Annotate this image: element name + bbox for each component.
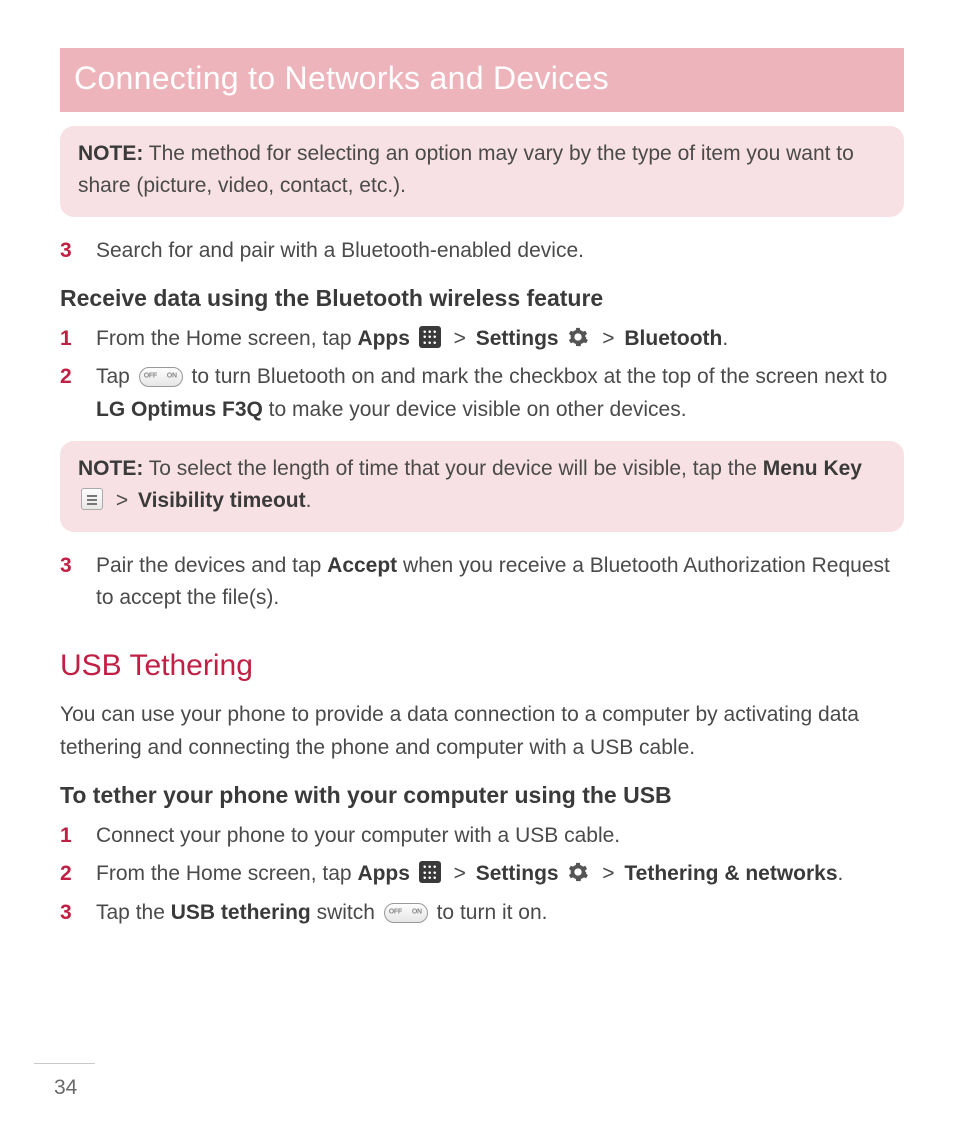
text-frag: Tap <box>96 365 136 388</box>
text-frag: Tap the <box>96 901 171 924</box>
text-frag: to turn Bluetooth on and mark the checkb… <box>186 365 888 388</box>
separator: > <box>112 489 132 512</box>
text-frag: to make your device visible on other dev… <box>263 398 687 421</box>
step-list-bt: 1 From the Home screen, tap Apps > Setti… <box>60 323 904 427</box>
page-number: 34 <box>34 1063 95 1105</box>
settings-label: Settings <box>476 862 559 885</box>
step-list-bt-cont: 3 Pair the devices and tap Accept when y… <box>60 550 904 615</box>
separator: > <box>450 327 470 350</box>
step-number: 3 <box>60 235 72 268</box>
toggle-icon <box>139 367 183 387</box>
note-lead: NOTE: <box>78 457 143 480</box>
step-list-usb: 1 Connect your phone to your computer wi… <box>60 820 904 930</box>
bluetooth-label: Bluetooth <box>624 327 722 350</box>
step-number: 1 <box>60 323 72 356</box>
list-item: 1 Connect your phone to your computer wi… <box>60 820 904 853</box>
list-item: 3 Pair the devices and tap Accept when y… <box>60 550 904 615</box>
device-name: LG Optimus F3Q <box>96 398 263 421</box>
text-frag: From the Home screen, tap <box>96 327 357 350</box>
text-frag: switch <box>311 901 381 924</box>
list-item: 2 Tap to turn Bluetooth on and mark the … <box>60 361 904 426</box>
step-text: Tap to turn Bluetooth on and mark the ch… <box>96 365 887 421</box>
text-frag: From the Home screen, tap <box>96 862 357 885</box>
step-text: From the Home screen, tap Apps > Setting… <box>96 327 728 350</box>
text-frag: Pair the devices and tap <box>96 554 327 577</box>
step-list-prior: 3 Search for and pair with a Bluetooth-e… <box>60 235 904 268</box>
step-text: Tap the USB tethering switch to turn it … <box>96 901 548 924</box>
usb-intro-text: You can use your phone to provide a data… <box>60 699 904 764</box>
separator: > <box>598 327 618 350</box>
apps-label: Apps <box>357 862 410 885</box>
apps-icon <box>419 326 441 348</box>
usb-tethering-label: USB tethering <box>171 901 311 924</box>
step-text: Search for and pair with a Bluetooth-ena… <box>96 239 584 262</box>
note-box-2: NOTE: To select the length of time that … <box>60 441 904 532</box>
gear-icon <box>567 326 589 348</box>
note-lead: NOTE: <box>78 142 143 165</box>
list-item: 3 Tap the USB tethering switch to turn i… <box>60 897 904 930</box>
gear-icon <box>567 861 589 883</box>
text-frag: to turn it on. <box>431 901 548 924</box>
toggle-icon <box>384 903 428 923</box>
menu-key-label: Menu Key <box>763 457 862 480</box>
list-item: 1 From the Home screen, tap Apps > Setti… <box>60 323 904 356</box>
list-item: 2 From the Home screen, tap Apps > Setti… <box>60 858 904 891</box>
settings-label: Settings <box>476 327 559 350</box>
step-number: 3 <box>60 550 72 583</box>
note-text: The method for selecting an option may v… <box>78 142 854 198</box>
step-text: Connect your phone to your computer with… <box>96 824 620 847</box>
step-number: 2 <box>60 361 72 394</box>
tethering-networks-label: Tethering & networks <box>624 862 837 885</box>
subheading-tether-usb: To tether your phone with your computer … <box>60 778 904 814</box>
separator: > <box>598 862 618 885</box>
apps-icon <box>419 861 441 883</box>
step-text: Pair the devices and tap Accept when you… <box>96 554 890 610</box>
page-banner: Connecting to Networks and Devices <box>60 48 904 112</box>
visibility-timeout-label: Visibility timeout <box>138 489 306 512</box>
step-text: From the Home screen, tap Apps > Setting… <box>96 862 843 885</box>
step-number: 3 <box>60 897 72 930</box>
list-item: 3 Search for and pair with a Bluetooth-e… <box>60 235 904 268</box>
apps-label: Apps <box>357 327 410 350</box>
text-frag: To select the length of time that your d… <box>143 457 762 480</box>
separator: > <box>450 862 470 885</box>
menu-icon <box>81 488 103 510</box>
accept-label: Accept <box>327 554 397 577</box>
note-box-1: NOTE: The method for selecting an option… <box>60 126 904 217</box>
subheading-receive-bt: Receive data using the Bluetooth wireles… <box>60 281 904 317</box>
step-number: 1 <box>60 820 72 853</box>
step-number: 2 <box>60 858 72 891</box>
section-usb-tethering: USB Tethering <box>60 643 904 690</box>
